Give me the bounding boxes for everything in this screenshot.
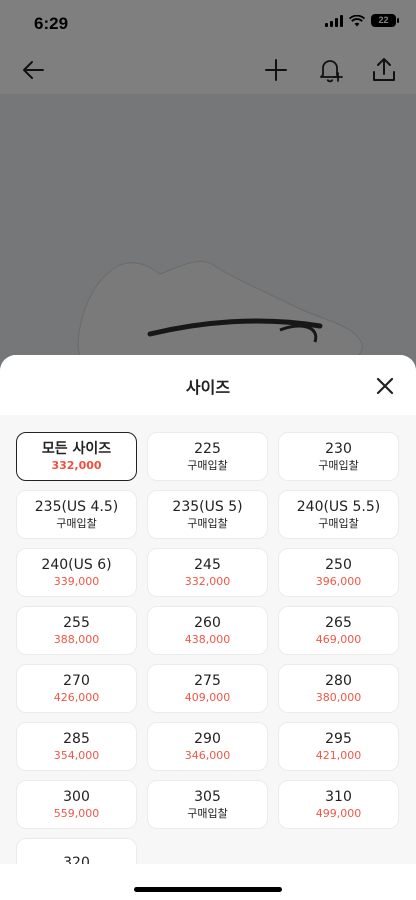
size-option[interactable]: 305 구매입찰 bbox=[147, 780, 268, 829]
size-option[interactable]: 285 354,000 bbox=[16, 722, 137, 771]
size-label: 295 bbox=[325, 731, 352, 747]
size-option[interactable]: 모든 사이즈 332,000 bbox=[16, 432, 137, 481]
size-option[interactable]: 235(US 5) 구매입찰 bbox=[147, 490, 268, 539]
size-option[interactable]: 275 409,000 bbox=[147, 664, 268, 713]
size-option[interactable]: 300 559,000 bbox=[16, 780, 137, 829]
size-price: 499,000 bbox=[315, 807, 362, 820]
close-icon[interactable] bbox=[374, 375, 396, 397]
size-label: 240(US 6) bbox=[41, 557, 112, 573]
size-price: 409,000 bbox=[184, 691, 231, 704]
size-label: 230 bbox=[325, 441, 352, 457]
size-label: 275 bbox=[194, 673, 221, 689]
home-indicator-area bbox=[0, 864, 416, 900]
size-option[interactable]: 265 469,000 bbox=[278, 606, 399, 655]
size-price: 388,000 bbox=[53, 633, 100, 646]
home-indicator bbox=[134, 887, 282, 892]
size-price: 354,000 bbox=[53, 749, 100, 762]
size-option[interactable]: 235(US 4.5) 구매입찰 bbox=[16, 490, 137, 539]
size-option[interactable]: 240(US 6) 339,000 bbox=[16, 548, 137, 597]
bid-label: 구매입찰 bbox=[318, 517, 359, 530]
size-label: 300 bbox=[63, 789, 90, 805]
size-price: 559,000 bbox=[53, 807, 100, 820]
size-label: 245 bbox=[194, 557, 221, 573]
bid-label: 구매입찰 bbox=[187, 517, 228, 530]
size-price: 346,000 bbox=[184, 749, 231, 762]
sheet-header: 사이즈 bbox=[0, 355, 416, 415]
size-label: 255 bbox=[63, 615, 90, 631]
size-label: 260 bbox=[194, 615, 221, 631]
size-option[interactable]: 270 426,000 bbox=[16, 664, 137, 713]
bid-label: 구매입찰 bbox=[56, 517, 97, 530]
size-label: 250 bbox=[325, 557, 352, 573]
size-option[interactable]: 295 421,000 bbox=[278, 722, 399, 771]
size-price: 332,000 bbox=[51, 459, 102, 472]
size-option[interactable]: 250 396,000 bbox=[278, 548, 399, 597]
size-price: 339,000 bbox=[53, 575, 100, 588]
size-option[interactable]: 240(US 5.5) 구매입찰 bbox=[278, 490, 399, 539]
size-bottom-sheet: 사이즈 모든 사이즈 332,000 225 구매입찰 230 구매입찰 235(US 4.… bbox=[0, 355, 416, 900]
size-grid: 모든 사이즈 332,000 225 구매입찰 230 구매입찰 235(US 4.5) 구매… bbox=[16, 432, 399, 887]
size-price: 421,000 bbox=[315, 749, 362, 762]
size-option[interactable]: 290 346,000 bbox=[147, 722, 268, 771]
size-label: 225 bbox=[194, 441, 221, 457]
size-option[interactable]: 255 388,000 bbox=[16, 606, 137, 655]
size-label: 290 bbox=[194, 731, 221, 747]
bid-label: 구매입찰 bbox=[187, 459, 228, 472]
size-label: 305 bbox=[194, 789, 221, 805]
size-label: 235(US 5) bbox=[172, 499, 243, 515]
size-option[interactable]: 310 499,000 bbox=[278, 780, 399, 829]
size-option[interactable]: 230 구매입찰 bbox=[278, 432, 399, 481]
size-price: 426,000 bbox=[53, 691, 100, 704]
size-price: 332,000 bbox=[184, 575, 231, 588]
size-label: 270 bbox=[63, 673, 90, 689]
bid-label: 구매입찰 bbox=[318, 459, 359, 472]
size-label: 모든 사이즈 bbox=[41, 441, 112, 457]
size-option[interactable]: 245 332,000 bbox=[147, 548, 268, 597]
size-option[interactable]: 280 380,000 bbox=[278, 664, 399, 713]
size-price: 396,000 bbox=[315, 575, 362, 588]
size-label: 310 bbox=[325, 789, 352, 805]
size-option[interactable]: 260 438,000 bbox=[147, 606, 268, 655]
size-price: 469,000 bbox=[315, 633, 362, 646]
size-option[interactable]: 225 구매입찰 bbox=[147, 432, 268, 481]
size-price: 438,000 bbox=[184, 633, 231, 646]
bid-label: 구매입찰 bbox=[187, 807, 228, 820]
size-label: 235(US 4.5) bbox=[34, 499, 119, 515]
size-price: 380,000 bbox=[315, 691, 362, 704]
size-label: 285 bbox=[63, 731, 90, 747]
size-label: 240(US 5.5) bbox=[296, 499, 381, 515]
size-label: 280 bbox=[325, 673, 352, 689]
sheet-title: 사이즈 bbox=[185, 378, 231, 397]
size-label: 265 bbox=[325, 615, 352, 631]
